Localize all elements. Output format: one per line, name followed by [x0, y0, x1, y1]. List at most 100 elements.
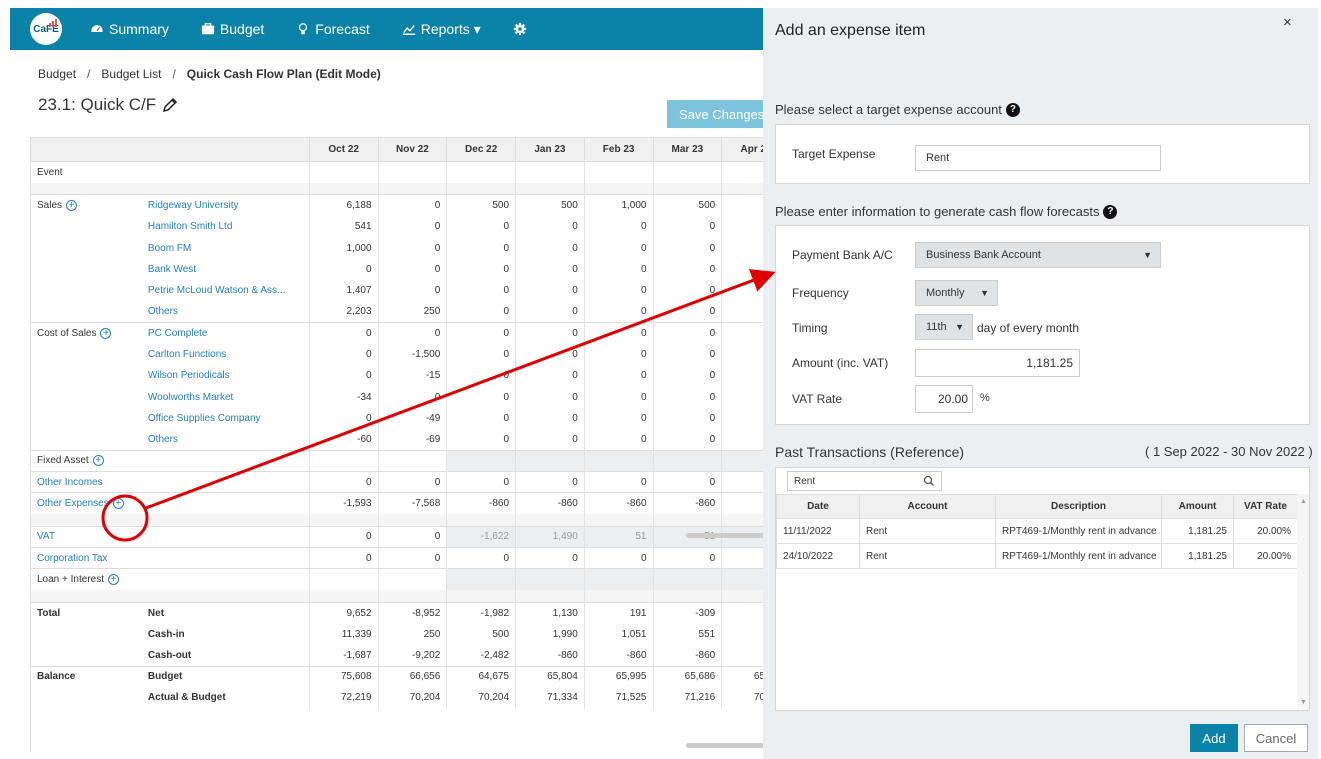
- bank-select[interactable]: Business Bank Account ▼: [915, 242, 1161, 268]
- value-cell[interactable]: 0: [721, 407, 765, 430]
- value-cell[interactable]: 0: [446, 547, 516, 569]
- value-cell[interactable]: -1,593: [308, 492, 379, 515]
- value-cell[interactable]: 0: [308, 471, 379, 493]
- item-name[interactable]: Office Supplies Company: [148, 413, 261, 424]
- amount-input[interactable]: 1,181.25: [915, 349, 1080, 377]
- cancel-button[interactable]: Cancel: [1244, 724, 1308, 752]
- horizontal-scrollbar[interactable]: [686, 533, 765, 538]
- add-item-icon[interactable]: +: [66, 200, 78, 212]
- search-icon[interactable]: [923, 475, 935, 487]
- value-cell[interactable]: -892: [721, 644, 765, 667]
- value-cell[interactable]: 0: [721, 216, 765, 238]
- item-name[interactable]: PC Complete: [148, 328, 207, 339]
- transactions-column-header[interactable]: VAT Rate: [1233, 494, 1298, 519]
- value-cell[interactable]: 9,652: [308, 601, 379, 624]
- item-name[interactable]: Hamilton Smith Ltd: [148, 221, 232, 232]
- value-cell[interactable]: 66,656: [377, 665, 447, 688]
- pencil-edit-icon[interactable]: [162, 97, 178, 113]
- value-cell[interactable]: 250: [377, 623, 447, 645]
- add-item-icon[interactable]: +: [100, 327, 112, 339]
- value-cell[interactable]: 0: [308, 547, 379, 569]
- value-cell[interactable]: 0: [377, 237, 447, 259]
- value-cell[interactable]: 0: [446, 279, 516, 302]
- value-cell[interactable]: 0: [583, 407, 653, 430]
- value-cell[interactable]: -2,482: [446, 644, 516, 667]
- value-cell[interactable]: 0: [515, 429, 585, 451]
- value-cell[interactable]: 0: [308, 525, 379, 548]
- add-item-icon[interactable]: +: [108, 574, 119, 586]
- value-cell[interactable]: -1,500: [377, 343, 447, 366]
- value-cell[interactable]: 0: [583, 386, 653, 408]
- value-cell[interactable]: 0: [652, 343, 722, 366]
- value-cell[interactable]: 0: [583, 471, 653, 493]
- value-cell[interactable]: -49: [377, 407, 447, 430]
- value-cell[interactable]: 51: [583, 525, 653, 548]
- value-cell[interactable]: -860: [446, 492, 516, 515]
- value-cell[interactable]: 0: [721, 429, 765, 451]
- value-cell[interactable]: 0: [377, 216, 447, 238]
- value-cell[interactable]: -392: [721, 601, 765, 624]
- value-cell[interactable]: 500: [515, 194, 585, 217]
- item-name[interactable]: Woolworths Market: [148, 392, 233, 403]
- value-cell[interactable]: 191: [583, 601, 653, 624]
- value-cell[interactable]: 0: [515, 301, 585, 323]
- value-cell[interactable]: 70,824: [721, 687, 765, 709]
- value-cell[interactable]: 0: [308, 258, 379, 280]
- item-name[interactable]: Petrie McLoud Watson & Ass...: [148, 285, 285, 296]
- value-cell[interactable]: 0: [721, 258, 765, 280]
- value-cell[interactable]: 0: [652, 429, 722, 451]
- value-cell[interactable]: 70,204: [377, 687, 447, 709]
- vertical-scrollbar[interactable]: ▲ ▼: [1297, 494, 1309, 710]
- value-cell[interactable]: -1,982: [446, 601, 516, 624]
- value-cell[interactable]: 0: [377, 322, 447, 344]
- value-cell[interactable]: 250: [377, 301, 447, 323]
- value-cell[interactable]: -860: [652, 492, 722, 515]
- value-cell[interactable]: 0: [583, 365, 653, 387]
- value-cell[interactable]: 0: [446, 471, 516, 493]
- value-cell[interactable]: 0: [652, 237, 722, 259]
- close-icon[interactable]: ×: [1283, 14, 1292, 31]
- item-name[interactable]: Ridgeway University: [148, 200, 239, 211]
- value-cell[interactable]: -860: [515, 644, 585, 667]
- value-cell[interactable]: 0: [377, 471, 447, 493]
- value-cell[interactable]: 0: [515, 258, 585, 280]
- value-cell[interactable]: 0: [377, 547, 447, 569]
- value-cell[interactable]: -69: [377, 429, 447, 451]
- value-cell[interactable]: 0: [583, 301, 653, 323]
- transaction-row[interactable]: 24/10/2022 Rent RPT469-1/Monthly rent in a…: [776, 543, 1298, 569]
- transaction-row[interactable]: 11/11/2022 Rent RPT469-1/Monthly rent in a…: [776, 518, 1298, 544]
- value-cell[interactable]: 500: [446, 194, 516, 217]
- add-button[interactable]: Add: [1190, 724, 1238, 752]
- value-cell[interactable]: 0: [721, 365, 765, 387]
- value-cell[interactable]: 500: [652, 194, 722, 217]
- value-cell[interactable]: 71,216: [652, 687, 722, 709]
- value-cell[interactable]: 0: [446, 386, 516, 408]
- value-cell[interactable]: 500: [721, 623, 765, 645]
- value-cell[interactable]: 0: [583, 279, 653, 302]
- value-cell[interactable]: 0: [721, 279, 765, 302]
- value-cell[interactable]: 500: [446, 623, 516, 645]
- breadcrumb-budget[interactable]: Budget: [38, 67, 76, 81]
- value-cell[interactable]: 0: [515, 237, 585, 259]
- item-name[interactable]: Others: [148, 434, 178, 445]
- value-cell[interactable]: 64,675: [446, 665, 516, 688]
- section-label[interactable]: Corporation Tax: [37, 553, 107, 564]
- value-cell[interactable]: 0: [515, 471, 585, 493]
- value-cell[interactable]: 0: [377, 279, 447, 302]
- help-icon[interactable]: ?: [1005, 102, 1020, 117]
- value-cell[interactable]: 0: [583, 237, 653, 259]
- section-label[interactable]: Other Incomes: [37, 477, 103, 488]
- value-cell[interactable]: 0: [446, 365, 516, 387]
- nav-forecast[interactable]: Forecast: [296, 21, 370, 37]
- value-cell[interactable]: -860: [583, 644, 653, 667]
- value-cell[interactable]: 0: [721, 301, 765, 323]
- value-cell[interactable]: 0: [721, 547, 765, 569]
- item-name[interactable]: Bank West: [148, 264, 196, 275]
- add-item-icon[interactable]: +: [112, 498, 124, 510]
- value-cell[interactable]: 0: [515, 216, 585, 238]
- cafe-logo[interactable]: CaFE: [30, 13, 62, 45]
- value-cell[interactable]: 541: [308, 216, 379, 238]
- breadcrumb-budget-list[interactable]: Budget List: [101, 67, 161, 81]
- value-cell[interactable]: 0: [446, 407, 516, 430]
- value-cell[interactable]: 0: [721, 386, 765, 408]
